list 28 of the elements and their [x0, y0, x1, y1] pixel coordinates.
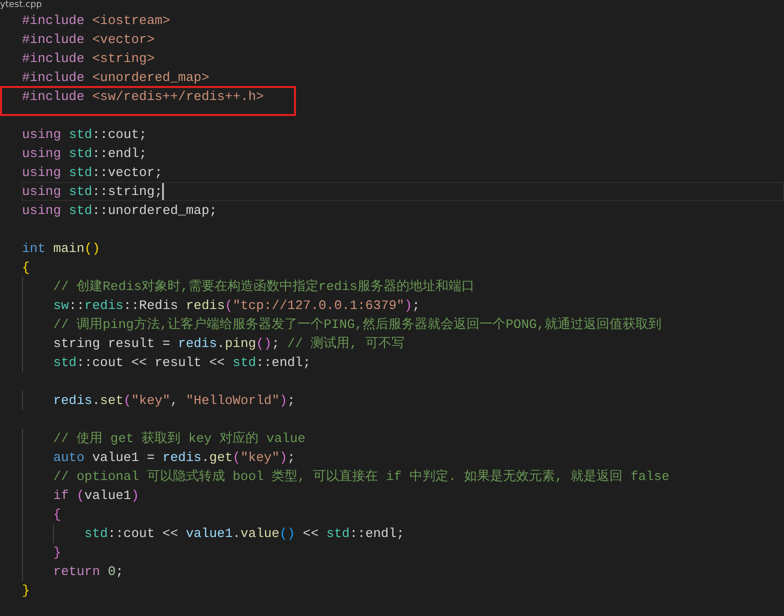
code-line: using std::cout; — [22, 126, 147, 144]
code-line: { — [22, 259, 30, 277]
code-line: using std::unordered_map; — [22, 202, 218, 220]
code-line: auto value1 = redis.get("key"); — [52, 449, 296, 467]
code-line: } — [52, 544, 62, 562]
code-line: using std::string; — [22, 182, 164, 201]
code-line: std::cout << value1.value() << std::endl; — [83, 525, 404, 543]
code-line: #include <sw/redis++/redis++.h> — [22, 88, 264, 106]
file-tab[interactable]: ytest.cpp — [0, 0, 42, 11]
code-line: { — [52, 506, 62, 524]
code-line: using std::vector; — [22, 164, 162, 182]
code-line: #include <vector> — [22, 31, 155, 49]
code-line: std::cout << result << std::endl; — [52, 354, 311, 372]
code-line: #include <iostream> — [22, 12, 170, 30]
code-line: #include <string> — [22, 50, 155, 68]
code-line: #include <unordered_map> — [22, 69, 210, 87]
code-line: string result = redis.ping(); // 测试用, 可不写 — [52, 335, 404, 353]
code-line: int main() — [22, 240, 100, 258]
code-line: // 创建Redis对象时,需要在构造函数中指定redis服务器的地址和端口 — [52, 278, 474, 296]
code-line: // optional 可以隐式转成 bool 类型, 可以直接在 if 中判定. 如果是无效元素, 就是返回 false — [52, 468, 670, 486]
code-line: return 0; — [52, 563, 124, 581]
code-line: if (value1) — [52, 487, 140, 505]
code-line: } — [22, 582, 30, 600]
code-line: // 使用 get 获取到 key 对应的 value — [52, 430, 306, 448]
code-line: using std::endl; — [22, 145, 147, 163]
code-line: // 调用ping方法,让客户端给服务器发了一个PING,然后服务器就会返回一个PONG,就通过返回值获取到 — [52, 316, 662, 334]
code-line: sw::redis::Redis redis("tcp://127.0.0.1:6379"); — [52, 297, 420, 315]
code-line: redis.set("key", "HelloWorld"); — [52, 392, 296, 410]
